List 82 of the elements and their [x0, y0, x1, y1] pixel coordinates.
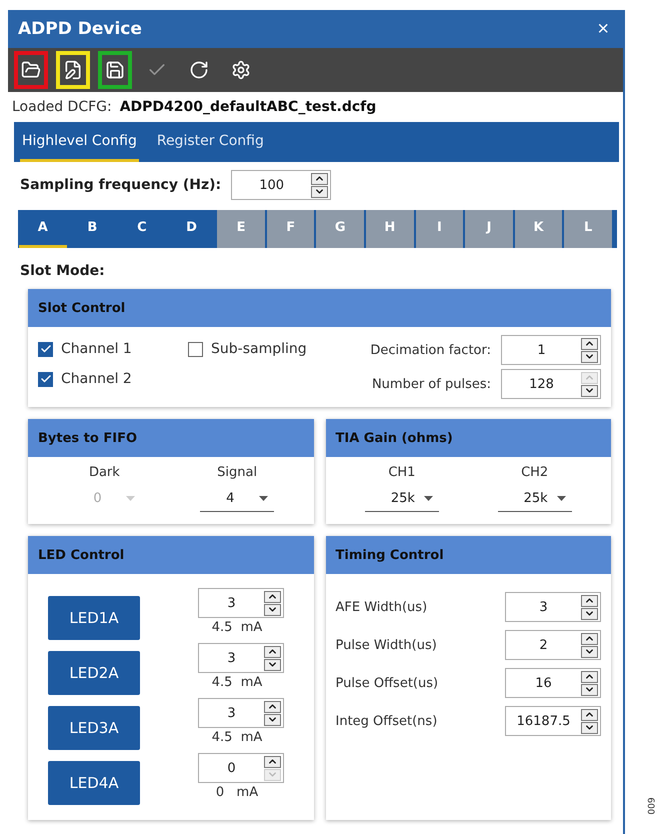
- number-spinner[interactable]: 16187.5: [505, 706, 601, 736]
- sampling-label: Sampling frequency (Hz):: [20, 177, 222, 193]
- down-arrow-button[interactable]: [311, 186, 328, 198]
- led-button[interactable]: LED2A: [48, 651, 140, 695]
- number-spinner[interactable]: 3: [505, 592, 601, 622]
- edit-file-icon: [63, 60, 83, 80]
- current-reading: 4.5 mA: [210, 675, 264, 690]
- caret-icon: [259, 496, 268, 501]
- dropdown[interactable]: 4: [200, 486, 274, 512]
- down-arrow-button[interactable]: [581, 350, 598, 362]
- up-arrow-button[interactable]: [264, 756, 281, 768]
- save-icon: [105, 60, 125, 80]
- number-spinner[interactable]: 0: [198, 753, 284, 783]
- tab[interactable]: Highlevel Config: [20, 122, 139, 162]
- down-arrow-button[interactable]: [581, 384, 598, 396]
- current-reading: 4.5 mA: [210, 730, 264, 745]
- led-button[interactable]: LED4A: [48, 761, 140, 805]
- check-icon: [40, 373, 52, 385]
- up-arrow-button[interactable]: [581, 594, 598, 606]
- number-spinner[interactable]: 3: [198, 643, 284, 673]
- toolbar-button[interactable]: [98, 51, 132, 89]
- slot-mode-label: Slot Mode:: [20, 263, 105, 279]
- up-arrow-button[interactable]: [581, 708, 598, 720]
- refresh-icon: [189, 60, 209, 80]
- dropdown[interactable]: 25k: [364, 486, 439, 512]
- field-label: Pulse Offset(us): [336, 676, 438, 690]
- field-label: Pulse Width(us): [336, 638, 437, 652]
- field-label: Number of pulses:: [372, 376, 491, 392]
- folder-icon: [21, 60, 41, 80]
- up-arrow-button[interactable]: [581, 338, 598, 350]
- close-button[interactable]: ×: [593, 18, 613, 40]
- tab[interactable]: Register Config: [154, 122, 266, 162]
- figure-id: 009: [648, 797, 659, 815]
- up-arrow-button[interactable]: [264, 700, 281, 712]
- up-arrow-button[interactable]: [264, 590, 281, 602]
- down-arrow-button[interactable]: [264, 714, 281, 726]
- select-label: CH2: [521, 465, 548, 480]
- up-arrow-button[interactable]: [581, 670, 598, 682]
- field-label: Decimation factor:: [370, 342, 491, 358]
- down-arrow-button[interactable]: [581, 684, 598, 696]
- checkbox[interactable]: Sub-sampling: [188, 341, 328, 357]
- down-arrow-button[interactable]: [581, 646, 598, 658]
- select-label: Signal: [217, 465, 258, 480]
- caret-icon: [556, 496, 566, 501]
- card-header: LED Control: [28, 536, 314, 574]
- card-header: TIA Gain (ohms): [326, 419, 611, 457]
- current-reading: 0 mA: [214, 785, 260, 800]
- loaded-label: Loaded DCFG:: [12, 99, 112, 115]
- field-label: Integ Offset(ns): [336, 714, 438, 728]
- card-header: Timing Control: [326, 536, 611, 574]
- number-spinner[interactable]: 3: [198, 698, 284, 728]
- caret-icon: [126, 496, 136, 501]
- select-label: Dark: [88, 465, 120, 480]
- select-label: CH1: [388, 465, 416, 480]
- led-button[interactable]: LED1A: [48, 596, 140, 640]
- led-button[interactable]: LED3A: [48, 706, 140, 750]
- number-spinner[interactable]: 16: [505, 668, 601, 698]
- down-arrow-button[interactable]: [581, 722, 598, 734]
- up-arrow-button[interactable]: [264, 646, 281, 658]
- checkbox[interactable]: Channel 1: [38, 341, 188, 357]
- down-arrow-button[interactable]: [581, 608, 598, 620]
- up-arrow-button[interactable]: [311, 172, 328, 184]
- current-reading: 4.5 mA: [210, 620, 264, 635]
- card-header: Slot Control: [28, 289, 611, 327]
- dropdown[interactable]: 25k: [498, 486, 572, 512]
- number-spinner[interactable]: 100: [231, 170, 332, 200]
- caret-icon: [424, 496, 433, 501]
- window-title: ADPD Device: [18, 19, 142, 39]
- number-spinner[interactable]: 2: [505, 630, 601, 660]
- number-spinner[interactable]: 3: [198, 588, 284, 618]
- up-arrow-button[interactable]: [581, 632, 598, 644]
- number-spinner[interactable]: 128: [501, 369, 601, 399]
- file-name: ADPD4200_defaultABC_test.dcfg: [120, 99, 376, 115]
- toolbar-button[interactable]: [14, 51, 48, 89]
- number-spinner[interactable]: 1: [501, 335, 601, 365]
- settings-icon: [231, 60, 251, 80]
- down-arrow-button[interactable]: [264, 604, 281, 616]
- down-arrow-button[interactable]: [264, 658, 281, 670]
- card-header: Bytes to FIFO: [28, 419, 314, 457]
- field-label: AFE Width(us): [336, 600, 428, 614]
- check-icon: [40, 343, 52, 355]
- checkbox[interactable]: Channel 2: [38, 371, 188, 387]
